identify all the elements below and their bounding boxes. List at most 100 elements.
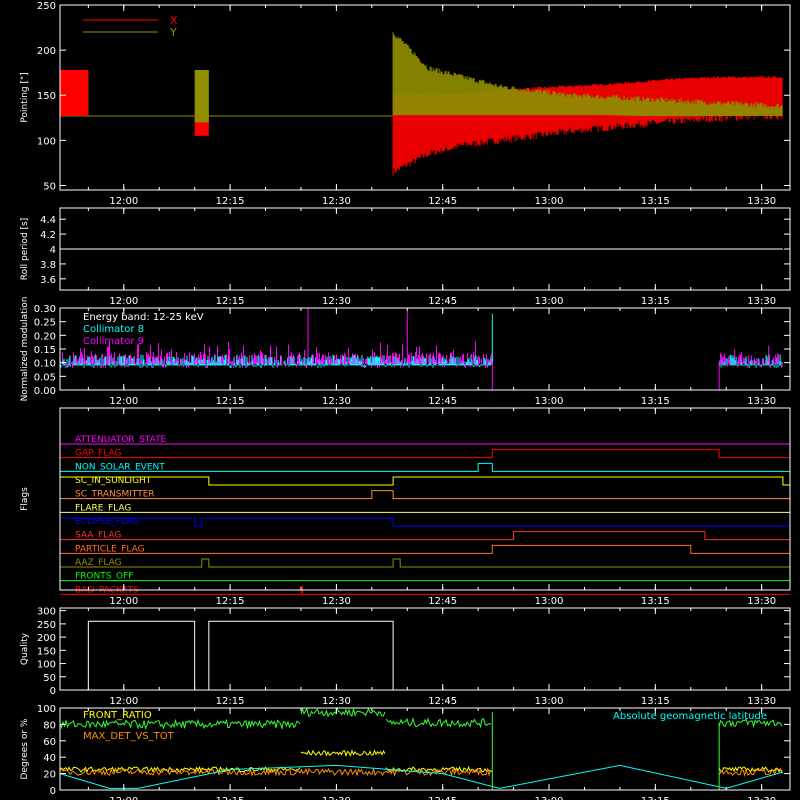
- y-tick-label: 0: [50, 786, 56, 797]
- x-tick-label: 12:30: [322, 796, 351, 800]
- x-tick-label: 12:45: [428, 696, 457, 707]
- x-tick-label: 13:15: [641, 196, 670, 207]
- front-ratio-yellow-trace: [300, 749, 386, 757]
- y-tick-label: 100: [37, 704, 56, 715]
- flag-label: GAP_FLAG: [75, 449, 121, 459]
- x-tick-label: 12:00: [109, 696, 138, 707]
- x-tick-label: 13:00: [535, 596, 564, 607]
- x-tick-label: 13:15: [641, 396, 670, 407]
- flag-label: NON_SOLAR_EVENT: [75, 462, 165, 472]
- y-tick-label: 50: [43, 181, 56, 192]
- y-tick-label: 200: [37, 633, 56, 644]
- flag-trace: [59, 517, 790, 527]
- flag-label: SC_TRANSMITTER: [75, 490, 155, 500]
- x-tick-label: 12:30: [322, 696, 351, 707]
- quality-trace: [60, 620, 790, 691]
- quality-panel: 12:00 12:15 12:30 12:45 13:00 13:15 13:30 Quali…: [20, 607, 791, 707]
- legend-label: FRONT_RATIO: [83, 710, 152, 721]
- flag-trace: [60, 490, 790, 500]
- x-tick-label: 12:30: [322, 396, 351, 407]
- legend-label: Energy band: 12-25 keV: [83, 312, 204, 323]
- y-tick-label: 0.00: [34, 386, 56, 397]
- y-tick-label: 0: [50, 686, 56, 697]
- x-tick-label: 12:45: [428, 596, 457, 607]
- x-tick-label: 12:30: [322, 596, 351, 607]
- y-tick-label: 50: [43, 673, 56, 684]
- y-tick-label: 3.6: [40, 275, 56, 286]
- flag-trace: [60, 531, 790, 541]
- x-tick-label: 13:15: [641, 696, 670, 707]
- flag-label: ATTENUATOR_STATE: [75, 435, 167, 445]
- x-tick-label: 13:30: [747, 396, 776, 407]
- flag-label: SC_IN_SUNLIGHT: [75, 476, 152, 486]
- x-tick-label: 12:30: [322, 196, 351, 207]
- y-tick-label: 150: [37, 646, 56, 657]
- flag-label: FLARE_FLAG: [75, 503, 131, 513]
- y-tick-label: 0.15: [34, 345, 56, 356]
- x-tick-label: 13:00: [535, 796, 564, 800]
- flag-trace: [59, 476, 790, 486]
- x-tick-label: 12:00: [109, 296, 138, 307]
- y-tick-label: 0.25: [34, 318, 56, 329]
- x-tick-label: 12:30: [322, 296, 351, 307]
- hessi-quicklook-plot: 12:00 12:15 12:30 12:45 13:00 13:15 13:30 Point…: [20, 1, 791, 800]
- x-tick-label: 13:00: [535, 396, 564, 407]
- pointing-segment-x: [60, 69, 89, 116]
- x-tick-label: 12:45: [428, 296, 457, 307]
- y-tick-label: 60: [43, 737, 56, 748]
- y-tick-label: 3.8: [40, 260, 56, 271]
- flag-label: AAZ_FLAG: [75, 558, 122, 568]
- flag-label: FRONTS_OFF: [75, 572, 133, 582]
- x-tick-label: 12:15: [216, 396, 245, 407]
- y-tick-label: 0.10: [34, 359, 56, 370]
- flag-trace: [60, 462, 790, 472]
- x-tick-label: 12:00: [109, 196, 138, 207]
- pointing-panel: 12:00 12:15 12:30 12:45 13:00 13:15 13:30 Point…: [20, 1, 791, 207]
- y-tick-label: 300: [37, 607, 56, 618]
- x-tick-label: 12:00: [109, 396, 138, 407]
- y-tick-label: 250: [37, 620, 56, 631]
- flag-trace: [60, 558, 790, 568]
- x-tick-label: 13:00: [535, 196, 564, 207]
- flag-label: PARTICLE_FLAG: [75, 544, 145, 554]
- x-tick-label: 12:15: [216, 696, 245, 707]
- x-tick-label: 12:45: [428, 796, 457, 800]
- legend-label: Absolute geomagnetic latitude: [613, 711, 767, 722]
- x-tick-label: 13:30: [747, 596, 776, 607]
- ratio-panel: 12:00 12:15 12:30 12:45 13:00 13:15 13:30 Degre…: [20, 704, 791, 800]
- x-tick-label: 13:15: [641, 296, 670, 307]
- y-axis-label: Degrees or %: [20, 718, 30, 779]
- flags-panel: ATTENUATOR_STATE GAP_FLAG NON_SOLAR_EVENT S…: [20, 407, 791, 607]
- flag-label: SAA_FLAG: [75, 531, 121, 541]
- y-tick-label: 4: [50, 245, 56, 256]
- x-tick-label: 13:00: [535, 696, 564, 707]
- x-tick-label: 13:30: [747, 196, 776, 207]
- x-tick-label: 12:45: [428, 196, 457, 207]
- max-det-vs-tot-trace: [718, 768, 783, 778]
- x-tick-label: 12:15: [216, 796, 245, 800]
- y-tick-label: 100: [37, 136, 56, 147]
- roll-period-panel: 12:00 12:15 12:30 12:45 13:00 13:15 13:30 Roll …: [20, 207, 791, 307]
- flag-trace: [60, 544, 790, 554]
- y-tick-label: 100: [37, 660, 56, 671]
- x-tick-label: 13:15: [641, 596, 670, 607]
- flag-label: ECLIPSE_FLAG: [75, 517, 139, 527]
- y-tick-label: 0.30: [34, 304, 56, 315]
- y-tick-label: 80: [43, 720, 56, 731]
- y-tick-label: 4.4: [40, 215, 56, 226]
- y-tick-label: 200: [37, 46, 56, 57]
- front-ratio-green-trace: [385, 716, 492, 729]
- x-tick-label: 13:15: [641, 796, 670, 800]
- x-tick-label: 13:30: [747, 796, 776, 800]
- x-tick-label: 12:15: [216, 296, 245, 307]
- y-axis-label: Normalized modulation: [20, 297, 30, 402]
- front-ratio-green-trace: [300, 706, 386, 718]
- y-tick-label: 250: [37, 1, 56, 12]
- x-tick-label: 12:15: [216, 596, 245, 607]
- y-tick-label: 40: [43, 753, 56, 764]
- x-tick-label: 13:00: [535, 296, 564, 307]
- y-tick-label: 4.2: [40, 230, 56, 241]
- legend-label: Collimator 8: [83, 324, 144, 335]
- x-tick-label: 12:45: [428, 396, 457, 407]
- x-tick-label: 12:00: [109, 596, 138, 607]
